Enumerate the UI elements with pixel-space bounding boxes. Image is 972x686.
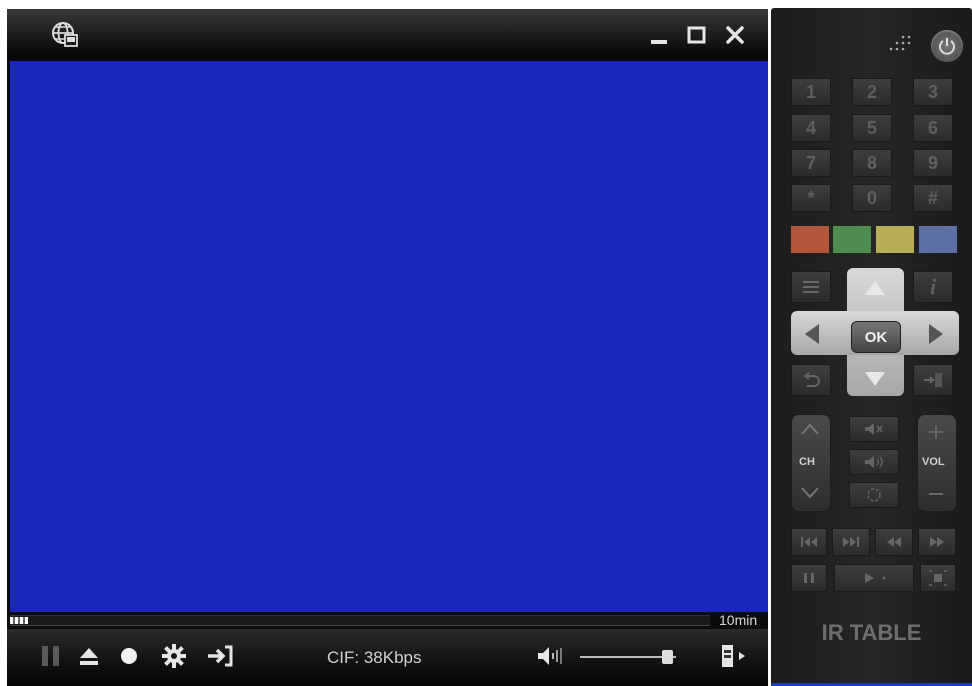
rewind-icon: [887, 537, 901, 547]
ch-label: CH: [799, 456, 815, 468]
exit-remote-button[interactable]: [913, 364, 953, 396]
numpad-key[interactable]: 4: [791, 114, 831, 142]
color-button[interactable]: [876, 226, 914, 253]
skip-forward-icon: [843, 537, 859, 547]
menu-icon: [803, 281, 819, 293]
gear-icon[interactable]: [160, 642, 188, 670]
mute-button[interactable]: [849, 416, 899, 442]
title-bar[interactable]: [7, 9, 768, 61]
power-icon: [939, 38, 955, 55]
arrow-right-icon[interactable]: [927, 322, 945, 346]
stream-status-text: CIF: 38Kbps: [327, 648, 422, 667]
back-icon: [803, 372, 820, 387]
record-icon[interactable]: [115, 642, 143, 670]
minimize-icon[interactable]: [648, 23, 672, 47]
numpad-key[interactable]: 9: [913, 149, 953, 177]
info-button[interactable]: i: [913, 271, 953, 303]
ir-table-label: IR TABLE: [821, 620, 922, 645]
numpad-key[interactable]: 5: [852, 114, 892, 142]
numpad-key[interactable]: 3: [913, 78, 953, 106]
arrow-left-icon[interactable]: [803, 322, 821, 346]
arrow-up-icon[interactable]: [863, 279, 887, 297]
rewind-button[interactable]: [875, 528, 913, 556]
numpad-key[interactable]: *: [791, 184, 831, 212]
skip-back-button[interactable]: [791, 528, 827, 556]
stop-button[interactable]: [920, 564, 956, 592]
player-window: 10min CIF: 38Kbps: [7, 9, 768, 686]
seek-progress: [10, 617, 28, 624]
close-icon[interactable]: [723, 23, 747, 47]
fast-forward-button[interactable]: [918, 528, 956, 556]
channel-up-icon[interactable]: [799, 422, 821, 436]
remote-icon[interactable]: [719, 642, 751, 670]
menu-button[interactable]: [791, 271, 831, 303]
pause-icon[interactable]: [37, 642, 65, 670]
video-display[interactable]: [10, 61, 768, 612]
stop-icon: [929, 570, 947, 586]
numpad-key[interactable]: #: [913, 184, 953, 212]
info-icon: i: [929, 274, 937, 299]
speaker-icon[interactable]: [535, 642, 563, 670]
loop-button[interactable]: [849, 482, 899, 508]
play-button[interactable]: [834, 564, 914, 592]
exit-door-icon: [924, 373, 942, 387]
ok-button[interactable]: OK: [851, 321, 901, 353]
skip-forward-button[interactable]: [832, 528, 870, 556]
globe-window-icon[interactable]: [51, 21, 79, 49]
maximize-icon[interactable]: [685, 23, 709, 47]
control-bar: CIF: 38Kbps: [7, 629, 768, 686]
eject-icon[interactable]: [75, 642, 103, 670]
channel-down-icon[interactable]: [799, 486, 821, 500]
exit-icon[interactable]: [206, 642, 234, 670]
pause-remote-button[interactable]: [791, 564, 827, 592]
numpad-key[interactable]: 1: [791, 78, 831, 106]
power-button[interactable]: [931, 30, 963, 62]
audio-icon: [865, 456, 883, 468]
skip-back-icon: [801, 537, 817, 547]
volume-down-icon[interactable]: [926, 484, 946, 504]
numpad-key[interactable]: 7: [791, 149, 831, 177]
volume-knob[interactable]: [662, 650, 674, 664]
arrow-down-icon[interactable]: [863, 370, 887, 388]
pause-remote-icon: [804, 573, 814, 583]
fast-forward-icon: [930, 537, 944, 547]
seek-bar[interactable]: [10, 615, 710, 626]
color-button[interactable]: [791, 226, 829, 253]
numpad-key[interactable]: 0: [852, 184, 892, 212]
ir-remote-panel: 1 2 3 4 5 6 7 8 9 * 0 # i OK CH VOL IR T…: [771, 8, 972, 686]
color-button[interactable]: [919, 226, 957, 253]
mute-icon: [865, 423, 883, 435]
seek-duration-label: 10min: [719, 612, 758, 628]
back-button[interactable]: [791, 364, 831, 396]
color-button[interactable]: [833, 226, 871, 253]
volume-up-icon[interactable]: [926, 422, 946, 442]
loop-icon: [867, 488, 881, 502]
numpad-key[interactable]: 6: [913, 114, 953, 142]
audio-button[interactable]: [849, 449, 899, 475]
numpad-key[interactable]: 2: [852, 78, 892, 106]
vol-label: VOL: [922, 456, 945, 468]
signal-dots-icon: [889, 35, 911, 51]
play-icon: [865, 573, 886, 583]
numpad-key[interactable]: 8: [852, 149, 892, 177]
